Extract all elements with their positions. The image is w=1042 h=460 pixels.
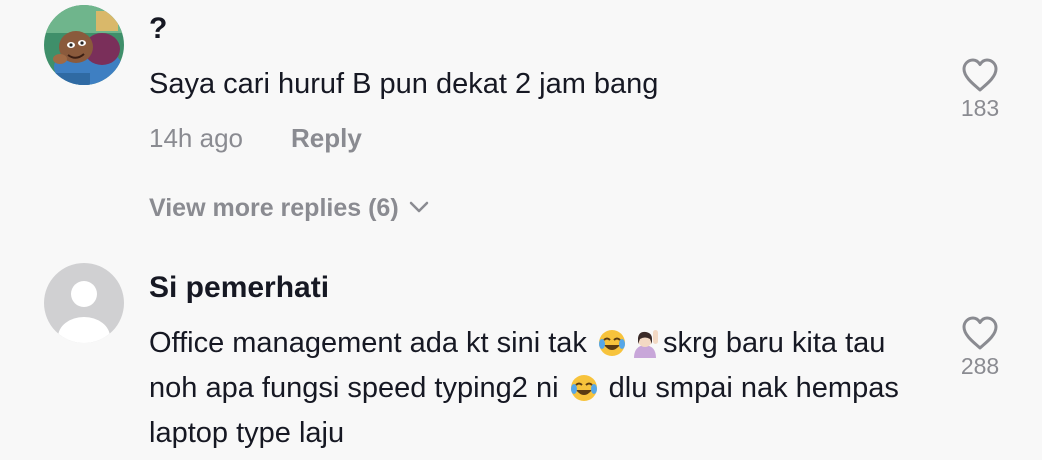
like-button[interactable]: 288 [950,315,1010,380]
like-count: 288 [960,353,1000,379]
view-more-replies-button[interactable]: View more replies (6) [149,194,429,223]
cartoon-avatar-icon[interactable] [44,5,124,85]
face-with-tears-of-joy-icon [597,327,627,357]
comment-meta: 14h ago Reply [149,123,362,154]
default-avatar-icon[interactable] [44,263,124,343]
comment-text: Office management ada kt sini tak skrg b… [149,321,929,456]
comment-username[interactable]: Si pemerhati [149,271,329,305]
comment-username[interactable]: ? [149,12,167,46]
heart-icon [962,58,998,92]
comment-text: Saya cari huruf B pun dekat 2 jam bang [149,68,659,100]
chevron-down-icon [409,202,428,213]
heart-icon [962,316,998,350]
face-with-tears-of-joy-icon [569,372,599,402]
comment-text-part: Office management ada kt sini tak [149,327,595,359]
like-button[interactable]: 183 [950,57,1010,122]
comment-time: 14h ago [149,123,243,153]
like-count: 183 [960,95,1000,121]
view-more-replies-label: View more replies (6) [149,194,399,222]
reply-button[interactable]: Reply [291,123,362,153]
person-raising-hand-icon [631,327,661,358]
